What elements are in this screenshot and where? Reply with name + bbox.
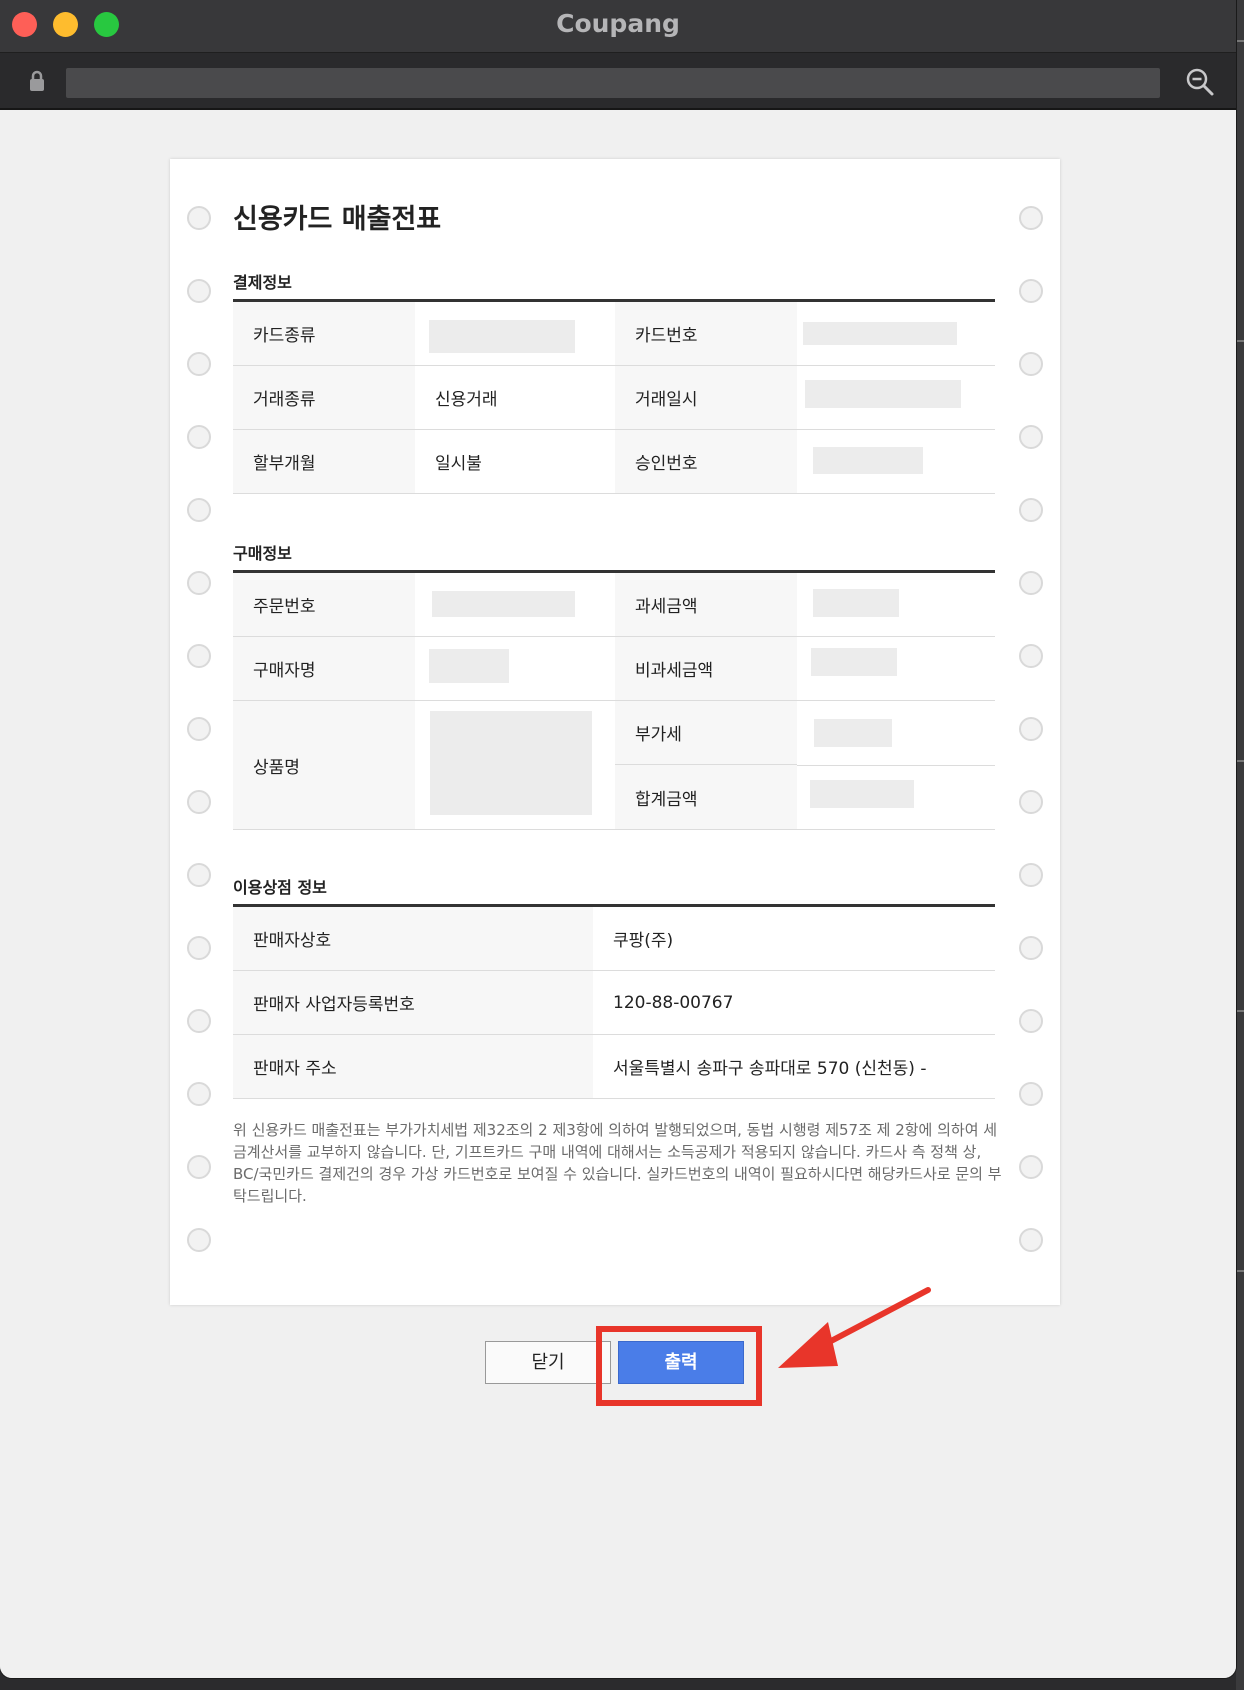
zoom-out-icon[interactable] (1184, 66, 1216, 98)
url-field[interactable] (66, 68, 1160, 98)
title-bar: Coupang (0, 0, 1236, 53)
taxable-amount-value-redacted (813, 589, 899, 617)
seller-name-label: 판매자상호 (233, 907, 593, 970)
purchase-table: 주문번호 과세금액 구매자명 비과세금액 상품명 부가세 합계금액 (233, 570, 995, 830)
punch-hole (1019, 279, 1043, 303)
close-button[interactable]: 닫기 (485, 1341, 611, 1384)
punch-hole (187, 1155, 211, 1179)
table-row: 카드종류 카드번호 (233, 302, 995, 366)
table-row: 구매자명 비과세금액 (233, 637, 995, 701)
legal-notice: 위 신용카드 매출전표는 부가가치세법 제32조의 2 제3항에 의하여 발행되… (233, 1121, 1002, 1205)
card-type-label: 카드종류 (233, 302, 415, 365)
approval-number-value-redacted (813, 447, 923, 474)
card-type-value-redacted (429, 320, 575, 353)
punch-hole (187, 644, 211, 668)
vat-label: 부가세 (615, 701, 797, 765)
transaction-type-value: 신용거래 (435, 390, 498, 410)
punch-hole (187, 279, 211, 303)
punch-hole (1019, 571, 1043, 595)
taxable-amount-label: 과세금액 (615, 573, 797, 636)
desktop-edge (1236, 0, 1244, 1690)
vat-value-redacted (814, 719, 892, 747)
punch-hole (187, 1228, 211, 1252)
table-row: 주문번호 과세금액 (233, 573, 995, 637)
seller-address-label: 판매자 주소 (233, 1035, 593, 1098)
punch-hole (1019, 863, 1043, 887)
punch-hole (1019, 498, 1043, 522)
product-name-label: 상품명 (233, 701, 415, 829)
punch-hole (1019, 790, 1043, 814)
merchant-table: 판매자상호 쿠팡(주) 판매자 사업자등록번호 120-88-00767 판매자… (233, 904, 995, 1099)
punch-hole (187, 352, 211, 376)
table-row: 거래종류 신용거래 거래일시 (233, 366, 995, 430)
business-registration-label: 판매자 사업자등록번호 (233, 971, 593, 1034)
punch-hole (1019, 644, 1043, 668)
punch-hole (187, 571, 211, 595)
punch-hole (1019, 1228, 1043, 1252)
table-row: 판매자 주소 서울특별시 송파구 송파대로 570 (신천동) - (233, 1035, 995, 1099)
buyer-name-label: 구매자명 (233, 637, 415, 700)
punch-hole (187, 790, 211, 814)
payment-table: 카드종류 카드번호 거래종류 신용거래 거래일시 할부개월 일시불 승인번호 (233, 299, 995, 494)
card-number-label: 카드번호 (615, 302, 797, 365)
total-amount-label: 합계금액 (615, 765, 797, 829)
punch-hole (1019, 352, 1043, 376)
punch-hole (1019, 1009, 1043, 1033)
punch-hole (187, 717, 211, 741)
table-row: 판매자상호 쿠팡(주) (233, 907, 995, 971)
punch-hole (1019, 1155, 1043, 1179)
payment-section-title: 결제정보 (233, 273, 292, 292)
punch-hole (1019, 425, 1043, 449)
table-row: 판매자 사업자등록번호 120-88-00767 (233, 971, 995, 1035)
non-taxable-amount-value-redacted (811, 648, 897, 676)
approval-number-label: 승인번호 (615, 430, 797, 493)
punch-hole (187, 1009, 211, 1033)
table-row: 할부개월 일시불 승인번호 (233, 430, 995, 494)
lock-icon (30, 70, 44, 91)
punch-hole (187, 863, 211, 887)
punch-hole (1019, 936, 1043, 960)
non-taxable-amount-label: 비과세금액 (615, 637, 797, 700)
buyer-name-value-redacted (429, 649, 509, 683)
punch-hole (187, 1082, 211, 1106)
window-title: Coupang (556, 9, 680, 38)
table-row: 상품명 부가세 합계금액 (233, 701, 995, 830)
merchant-section-title: 이용상점 정보 (233, 878, 327, 897)
sales-slip: 신용카드 매출전표 결제정보 카드종류 카드번호 거래종류 신용거래 거래일시 … (170, 159, 1060, 1305)
transaction-datetime-value-redacted (805, 380, 961, 408)
purchase-section-title: 구매정보 (233, 544, 292, 563)
card-number-value-redacted (803, 322, 957, 345)
row-divider (797, 765, 995, 766)
order-number-label: 주문번호 (233, 573, 415, 636)
punch-hole (187, 425, 211, 449)
punch-hole (187, 206, 211, 230)
transaction-type-label: 거래종류 (233, 366, 415, 429)
seller-address-value: 서울특별시 송파구 송파대로 570 (신천동) - (613, 1059, 927, 1079)
punch-hole (1019, 717, 1043, 741)
punch-hole (187, 936, 211, 960)
installment-value: 일시불 (435, 454, 482, 474)
product-name-value-redacted (430, 711, 592, 815)
order-number-value-redacted (432, 591, 575, 617)
punch-hole (1019, 206, 1043, 230)
browser-window: Coupang 신용카드 매출전표 결제정보 카드종류 카드번호 거래종류 신용… (0, 0, 1236, 1678)
business-registration-value: 120-88-00767 (613, 992, 734, 1013)
seller-name-value: 쿠팡(주) (613, 931, 674, 951)
installment-label: 할부개월 (233, 430, 415, 493)
punch-hole (1019, 1082, 1043, 1106)
total-amount-value-redacted (810, 780, 914, 808)
receipt-title: 신용카드 매출전표 (233, 204, 442, 235)
highlight-box (596, 1326, 762, 1406)
punch-hole (187, 498, 211, 522)
transaction-datetime-label: 거래일시 (615, 366, 797, 429)
